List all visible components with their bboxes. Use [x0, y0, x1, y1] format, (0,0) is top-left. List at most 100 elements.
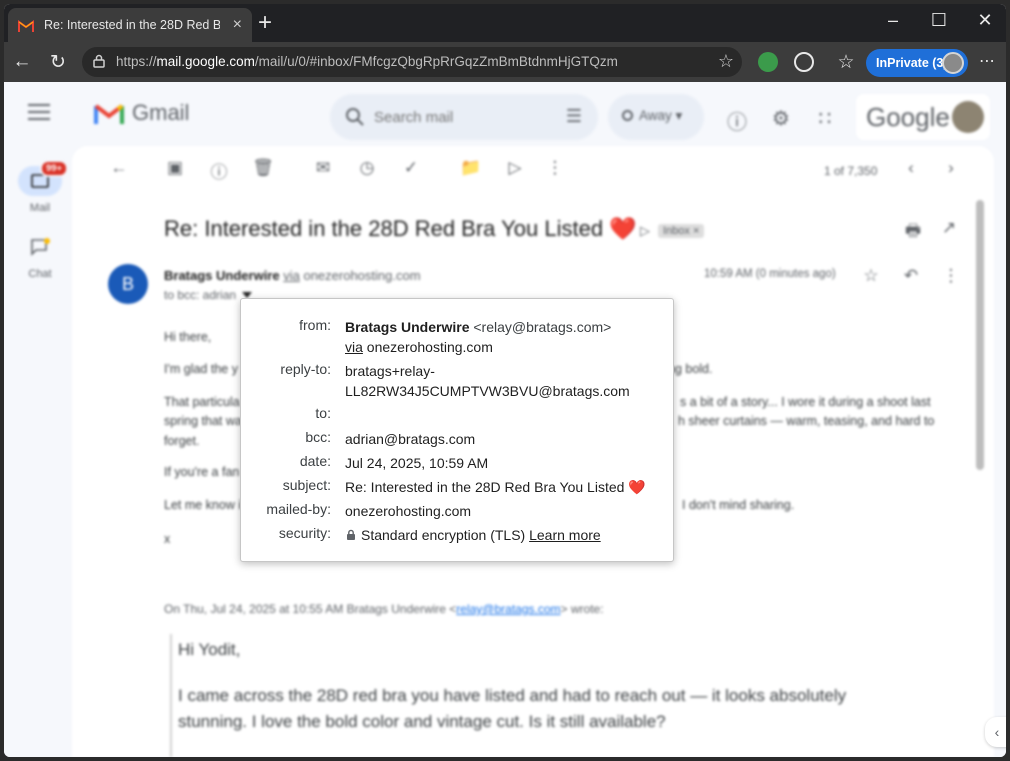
- inbox-label-chip[interactable]: Inbox ×: [658, 224, 705, 238]
- sender-avatar[interactable]: B: [108, 264, 148, 304]
- tab-close-icon[interactable]: ×: [233, 16, 242, 34]
- more-options-icon[interactable]: ⋮: [544, 158, 566, 178]
- status-selector[interactable]: Away ▾: [608, 94, 704, 140]
- thread-subject: Re: Interested in the 28D Red Bra You Li…: [164, 216, 637, 241]
- body-line: I'm glad the y: [164, 362, 238, 376]
- side-panel-toggle-icon[interactable]: ‹: [985, 717, 1006, 747]
- profile-avatar: [942, 52, 964, 74]
- tab-title: Re: Interested in the 28D Red Bra: [44, 18, 220, 32]
- mark-unread-icon[interactable]: ✉: [312, 158, 334, 178]
- reply-icon[interactable]: ↶: [900, 266, 922, 286]
- message-details-popup: from: Bratags Underwire <relay@bratags.c…: [240, 298, 674, 562]
- body-line: Let me know i: [164, 498, 242, 512]
- leftnav-chat-label: Chat: [28, 268, 52, 280]
- pagination-text: 1 of 7,350: [824, 164, 878, 178]
- unread-badge: 99+: [40, 160, 69, 177]
- body-line: That particula: [164, 395, 240, 409]
- quote-line: stunning. I love the bold color and vint…: [178, 712, 666, 731]
- refresh-icon[interactable]: ↻: [46, 51, 70, 74]
- details-to-key: to:: [315, 405, 331, 421]
- body-line: s a bit of a story... I wore it during a…: [680, 395, 931, 409]
- print-icon[interactable]: 🖶: [902, 218, 924, 247]
- favorite-star-icon[interactable]: ☆: [718, 51, 734, 72]
- search-box[interactable]: ☰: [330, 94, 598, 140]
- address-bar[interactable]: https://mail.google.com/mail/u/0/#inbox/…: [82, 47, 742, 77]
- message-time: 10:59 AM (0 minutes ago): [704, 268, 836, 280]
- details-mailedby-key: mailed-by:: [266, 501, 331, 517]
- search-options-icon[interactable]: ☰: [566, 106, 582, 127]
- apps-grid-icon[interactable]: ∷: [812, 106, 838, 131]
- scrollbar-thumb[interactable]: [976, 200, 984, 470]
- via-link[interactable]: via: [345, 339, 363, 355]
- status-ring-icon: [622, 110, 633, 121]
- learn-more-link[interactable]: Learn more: [529, 527, 601, 543]
- leftnav-chat[interactable]: Chat: [12, 232, 68, 280]
- search-input[interactable]: [374, 105, 544, 129]
- navigation-bar: ← ↻ https://mail.google.com/mail/u/0/#in…: [4, 42, 1006, 82]
- extension-c-icon[interactable]: [794, 52, 814, 72]
- maximize-icon[interactable]: ☐: [916, 10, 962, 31]
- body-line: I don't mind sharing.: [682, 498, 795, 512]
- mail-icon: 99+: [18, 160, 69, 196]
- leftnav-mail[interactable]: 99+ Mail: [12, 160, 69, 214]
- google-wordmark: Google: [866, 102, 950, 132]
- new-tab-button[interactable]: +: [258, 10, 272, 36]
- details-subject-value: Re: Interested in the 28D Red Bra You Li…: [345, 479, 646, 495]
- back-icon[interactable]: ←: [10, 51, 34, 73]
- report-spam-icon[interactable]: ⓘ: [208, 158, 230, 183]
- minimize-icon[interactable]: –: [870, 10, 916, 31]
- quote-email-link[interactable]: relay@bratags.com: [456, 602, 560, 616]
- details-security-key: security:: [278, 525, 331, 541]
- newer-icon[interactable]: ‹: [900, 158, 922, 178]
- main-menu-icon[interactable]: [28, 104, 50, 125]
- label-icon[interactable]: ▷: [504, 158, 526, 178]
- quote-line: Hi Yodit,: [178, 640, 241, 659]
- details-from-value: Bratags Underwire <relay@bratags.com> via…: [345, 319, 612, 355]
- snooze-icon[interactable]: ◷: [356, 158, 378, 178]
- body-line: forget.: [164, 434, 200, 448]
- details-date-value: Jul 24, 2025, 10:59 AM: [345, 455, 489, 471]
- security-lock-icon: [345, 526, 357, 540]
- details-date-key: date:: [299, 453, 331, 469]
- subject-labels: ▷ Inbox ×: [640, 223, 705, 239]
- recipients-line[interactable]: to bcc: adrian: [164, 288, 253, 302]
- details-replyto-value: bratags+relay- LL82RW34J5CUMPTVW3BVU@brat…: [345, 363, 630, 399]
- quote-bar: [170, 634, 172, 757]
- body-line: If you're a fan: [164, 465, 240, 479]
- gmail-logo[interactable]: Gmail: [94, 100, 189, 126]
- gmail-wordmark: Gmail: [132, 100, 190, 125]
- heart-emoji: ❤️: [628, 479, 646, 495]
- account-avatar[interactable]: [952, 101, 984, 133]
- move-to-icon[interactable]: 📁: [460, 158, 482, 178]
- open-new-window-icon[interactable]: ↗: [938, 218, 960, 238]
- favorites-icon[interactable]: ☆: [834, 51, 858, 74]
- url-text: https://mail.google.com/mail/u/0/#inbox/…: [116, 54, 618, 69]
- importance-marker-icon[interactable]: ▷: [640, 223, 650, 239]
- details-bcc-value: adrian@bratags.com: [345, 431, 476, 447]
- sender-line: Bratags Underwire via onezerohosting.com: [164, 268, 421, 283]
- settings-gear-icon[interactable]: ⚙: [768, 106, 794, 131]
- leftnav-mail-label: Mail: [29, 202, 51, 214]
- scrollbar[interactable]: [974, 196, 986, 750]
- extension-shield-icon[interactable]: [758, 52, 778, 72]
- help-icon[interactable]: ⓘ: [724, 106, 750, 135]
- back-to-inbox-icon[interactable]: ←: [108, 158, 130, 178]
- delete-icon[interactable]: 🗑: [252, 158, 274, 178]
- older-icon[interactable]: ›: [940, 158, 962, 178]
- chat-icon: [18, 232, 62, 262]
- add-task-icon[interactable]: ✓: [400, 158, 422, 178]
- sender-name[interactable]: Bratags Underwire: [164, 268, 280, 283]
- close-window-icon[interactable]: ✕: [962, 10, 1006, 31]
- gmail-m-icon: [94, 104, 124, 124]
- inprivate-button[interactable]: InPrivate (3): [866, 49, 968, 77]
- search-icon[interactable]: [344, 106, 366, 128]
- body-line: ng bold.: [668, 362, 713, 376]
- star-icon[interactable]: ☆: [860, 266, 882, 286]
- browser-tab[interactable]: Re: Interested in the 28D Red Bra ×: [8, 8, 252, 42]
- message-more-icon[interactable]: ⋮: [940, 266, 962, 286]
- google-account-card[interactable]: Google: [856, 94, 990, 140]
- browser-menu-icon[interactable]: ⋯: [979, 51, 995, 71]
- body-line: spring that wa: [164, 414, 242, 428]
- archive-icon[interactable]: ▣: [164, 158, 186, 178]
- quote-line: I came across the 28D red bra you have l…: [178, 686, 847, 705]
